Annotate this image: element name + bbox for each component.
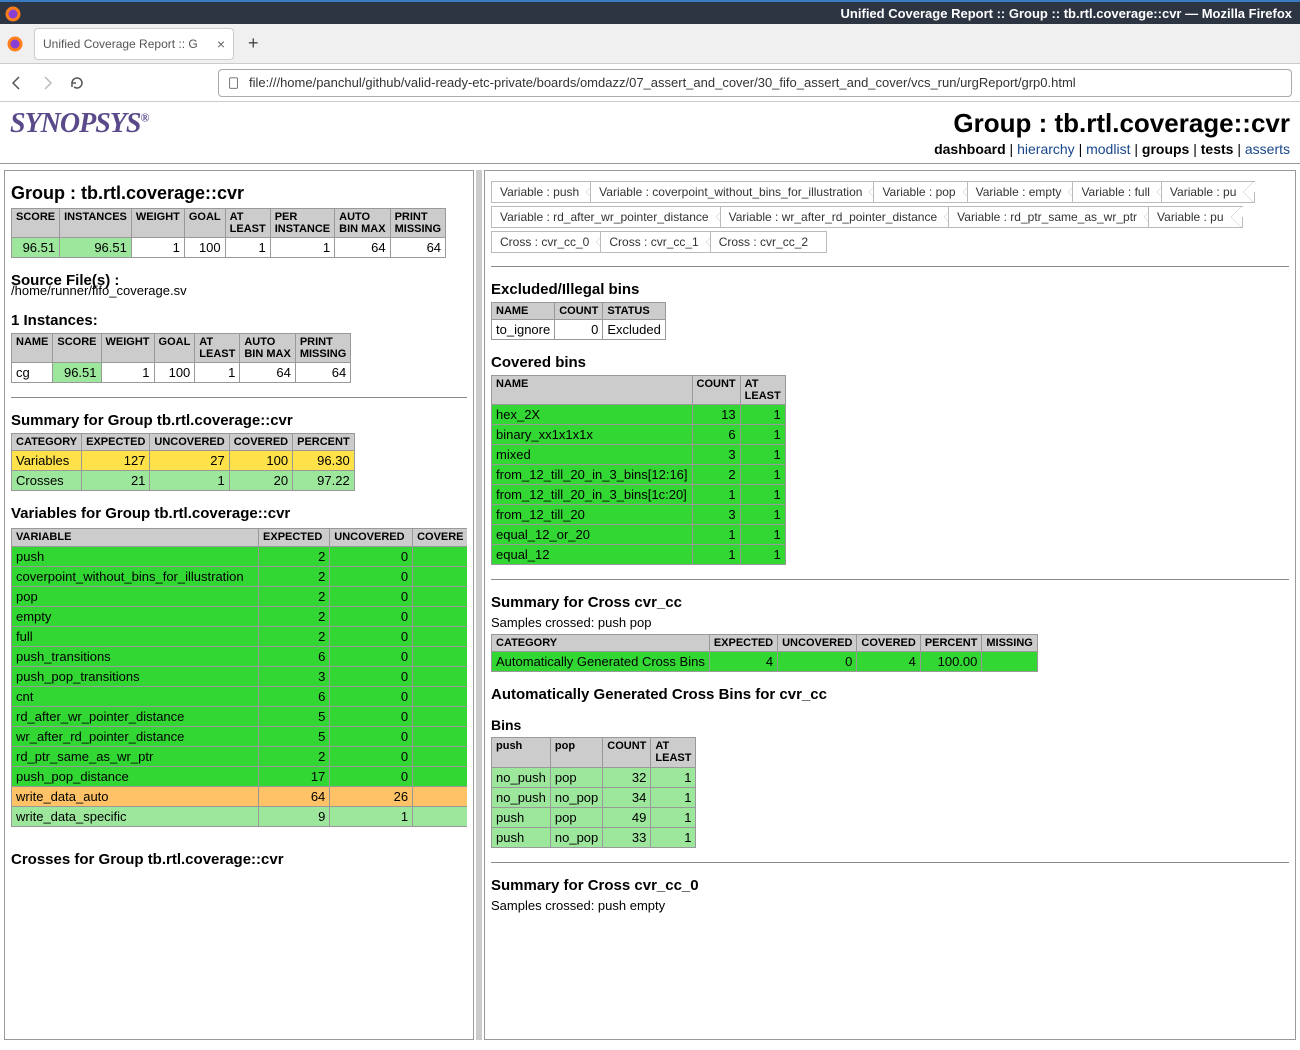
nav-asserts[interactable]: asserts [1245, 141, 1290, 157]
reload-button[interactable] [68, 74, 86, 92]
instances-heading: 1 Instances: [11, 312, 467, 329]
covered-bins-table: NAMECOUNTATLEAST hex_2X131binary_xx1x1x1… [491, 375, 786, 565]
variables-table: VARIABLEEXPECTEDUNCOVEREDCOVERE push20 c… [11, 528, 467, 826]
nav-hierarchy[interactable]: hierarchy [1017, 141, 1075, 157]
summary-table: CATEGORYEXPECTEDUNCOVEREDCOVEREDPERCENT … [11, 433, 355, 491]
cross-samples-text: Samples crossed: push pop [491, 615, 1289, 630]
browser-tabbar: Unified Coverage Report :: G × + [0, 24, 1300, 64]
summary-heading: Summary for Group tb.rtl.coverage::cvr [11, 412, 467, 429]
breadcrumb-chip[interactable]: Variable : wr_after_rd_pointer_distance [720, 206, 957, 228]
breadcrumb-chip[interactable]: Variable : coverpoint_without_bins_for_i… [590, 181, 881, 203]
right-pane[interactable]: Variable : pushVariable : coverpoint_wit… [484, 170, 1296, 1040]
cc0-heading: Summary for Cross cvr_cc_0 [491, 877, 1289, 894]
page-header: SYNOPSYS® Group : tb.rtl.coverage::cvr d… [0, 102, 1300, 164]
group-summary-table: SCOREINSTANCESWEIGHTGOALATLEASTPERINSTAN… [11, 208, 446, 258]
breadcrumb-chip[interactable]: Variable : rd_ptr_same_as_wr_ptr [948, 206, 1156, 228]
source-file-path: /home/runner/fifo_coverage.sv [11, 283, 467, 298]
excluded-bins-table: NAMECOUNTSTATUS to_ignore0Excluded [491, 302, 666, 340]
file-icon [227, 76, 241, 90]
nav-modlist[interactable]: modlist [1086, 141, 1130, 157]
bins-heading: Bins [491, 717, 1289, 733]
breadcrumb-chip[interactable]: Variable : empty [967, 181, 1081, 203]
firefox-icon [4, 5, 22, 23]
url-text: file:///home/panchul/github/valid-ready-… [249, 75, 1076, 90]
nav-dashboard[interactable]: dashboard [934, 141, 1006, 157]
auto-cross-heading: Automatically Generated Cross Bins for c… [491, 686, 1289, 703]
synopsys-logo: SYNOPSYS® [10, 108, 148, 140]
back-button[interactable] [8, 74, 26, 92]
breadcrumb-chip[interactable]: Cross : cvr_cc_0 [491, 231, 608, 253]
page-title: Group : tb.rtl.coverage::cvr [934, 108, 1290, 139]
breadcrumb-chip[interactable]: Variable : pu [1148, 206, 1243, 228]
firefox-icon [6, 35, 24, 53]
bins-table: pushpopCOUNTATLEAST no_pushpop321no_push… [491, 737, 696, 847]
window-titlebar: Unified Coverage Report :: Group :: tb.r… [0, 0, 1300, 24]
new-tab-button[interactable]: + [240, 33, 267, 54]
header-nav: dashboard | hierarchy | modlist | groups… [934, 141, 1290, 157]
nav-tests[interactable]: tests [1201, 141, 1234, 157]
breadcrumb-chip[interactable]: Variable : pu [1161, 181, 1256, 203]
cross-summary-table: CATEGORYEXPECTEDUNCOVEREDCOVEREDPERCENTM… [491, 634, 1038, 672]
variables-heading: Variables for Group tb.rtl.coverage::cvr [11, 505, 467, 522]
excluded-heading: Excluded/Illegal bins [491, 281, 1289, 298]
crosses-heading: Crosses for Group tb.rtl.coverage::cvr [11, 851, 467, 868]
covered-heading: Covered bins [491, 354, 1289, 371]
tab-title: Unified Coverage Report :: G [43, 37, 211, 51]
breadcrumb-chips: Variable : pushVariable : coverpoint_wit… [491, 177, 1289, 266]
cc0-samples-text: Samples crossed: push empty [491, 898, 1289, 913]
left-pane[interactable]: Group : tb.rtl.coverage::cvr SCOREINSTAN… [4, 170, 474, 1040]
url-bar[interactable]: file:///home/panchul/github/valid-ready-… [218, 69, 1292, 97]
forward-button[interactable] [38, 74, 56, 92]
cross-summary-heading: Summary for Cross cvr_cc [491, 594, 1289, 611]
breadcrumb-chip[interactable]: Variable : full [1072, 181, 1168, 203]
close-icon[interactable]: × [217, 36, 225, 52]
browser-navbar: file:///home/panchul/github/valid-ready-… [0, 64, 1300, 102]
nav-groups[interactable]: groups [1142, 141, 1189, 157]
window-title: Unified Coverage Report :: Group :: tb.r… [841, 6, 1292, 21]
instances-table: NAMESCOREWEIGHTGOALATLEASTAUTOBIN MAXPRI… [11, 333, 351, 383]
group-heading: Group : tb.rtl.coverage::cvr [11, 183, 467, 204]
breadcrumb-chip[interactable]: Variable : rd_after_wr_pointer_distance [491, 206, 728, 228]
breadcrumb-chip[interactable]: Variable : pop [873, 181, 974, 203]
breadcrumb-chip[interactable]: Cross : cvr_cc_2 [710, 231, 827, 253]
breadcrumb-chip[interactable]: Variable : push [491, 181, 598, 203]
breadcrumb-chip[interactable]: Cross : cvr_cc_1 [600, 231, 717, 253]
pane-splitter[interactable] [476, 170, 482, 1040]
browser-tab[interactable]: Unified Coverage Report :: G × [34, 28, 234, 60]
